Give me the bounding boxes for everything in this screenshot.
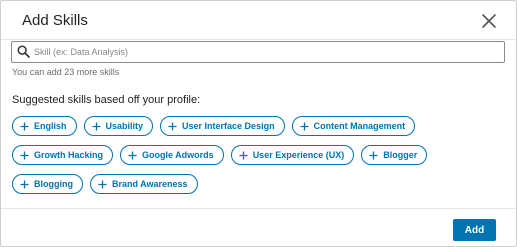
skill-chip-label: Brand Awareness xyxy=(112,179,188,189)
skill-chip-label: Growth Hacking xyxy=(34,150,104,160)
plus-icon xyxy=(300,122,309,130)
skill-chip-blogging[interactable]: Blogging xyxy=(12,174,83,194)
skill-chip-content-management[interactable]: Content Management xyxy=(291,116,416,136)
plus-icon xyxy=(168,122,177,130)
suggested-skills-list: English Usability User Interface Design … xyxy=(12,116,507,203)
plus-icon xyxy=(98,180,107,188)
dialog-header: Add Skills xyxy=(1,1,516,40)
skill-chip-growth-hacking[interactable]: Growth Hacking xyxy=(12,145,114,165)
skill-chip-label: English xyxy=(34,121,67,131)
skill-chip-user-interface-design[interactable]: User Interface Design xyxy=(160,116,285,136)
chip-row: Blogging Brand Awareness xyxy=(12,174,507,194)
plus-icon xyxy=(20,122,29,130)
chip-row: Growth Hacking Google Adwords User Exper… xyxy=(12,145,507,165)
plus-icon xyxy=(369,151,378,159)
close-icon[interactable] xyxy=(481,13,497,29)
plus-icon xyxy=(92,122,101,130)
add-skills-dialog: Add Skills You can add 23 more skills Su… xyxy=(0,0,517,247)
skill-chip-label: User Interface Design xyxy=(182,121,275,131)
plus-icon xyxy=(128,151,137,159)
skill-chip-user-experience[interactable]: User Experience (UX) xyxy=(230,145,355,165)
skill-chip-google-adwords[interactable]: Google Adwords xyxy=(120,145,224,165)
skill-chip-english[interactable]: English xyxy=(12,116,77,136)
skill-search-input[interactable] xyxy=(34,43,494,60)
remaining-skills-hint: You can add 23 more skills xyxy=(12,67,120,77)
dialog-footer: Add xyxy=(1,208,516,246)
skill-chip-blogger[interactable]: Blogger xyxy=(361,145,428,165)
skill-chip-label: User Experience (UX) xyxy=(252,150,345,160)
chip-row: English Usability User Interface Design … xyxy=(12,116,507,136)
skill-search-field[interactable] xyxy=(11,41,505,63)
skill-chip-label: Blogging xyxy=(34,179,73,189)
skill-chip-label: Content Management xyxy=(313,121,406,131)
skill-chip-usability[interactable]: Usability xyxy=(83,116,154,136)
plus-icon xyxy=(239,151,248,159)
dialog-title: Add Skills xyxy=(22,12,88,29)
skill-chip-label: Usability xyxy=(105,121,144,131)
add-button[interactable]: Add xyxy=(453,219,496,241)
search-icon xyxy=(17,45,30,58)
skill-chip-label: Blogger xyxy=(383,150,418,160)
skill-chip-brand-awareness[interactable]: Brand Awareness xyxy=(90,174,198,194)
suggested-skills-label: Suggested skills based off your profile: xyxy=(12,94,201,106)
plus-icon xyxy=(20,151,29,159)
plus-icon xyxy=(20,180,29,188)
skill-chip-label: Google Adwords xyxy=(142,150,214,160)
